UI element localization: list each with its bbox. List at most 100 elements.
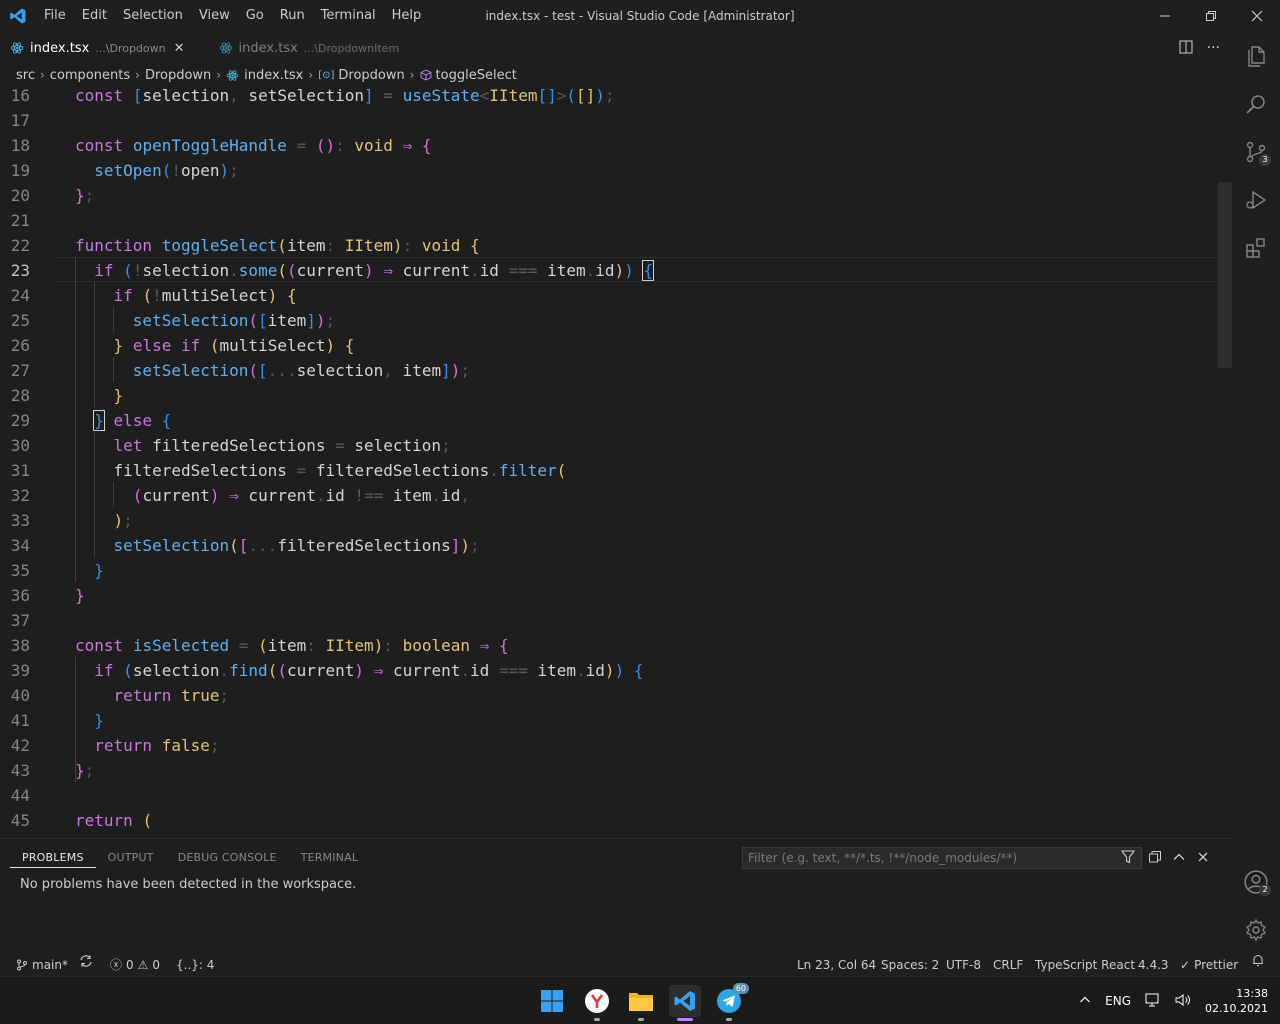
menu-help[interactable]: Help — [384, 0, 430, 32]
git-branch-icon — [17, 959, 27, 971]
windows-start-icon[interactable] — [536, 985, 568, 1017]
breadcrumb-dropdown-symbol[interactable]: [⊙] Dropdown — [318, 68, 405, 83]
settings-gear-icon[interactable] — [1232, 906, 1280, 954]
code-editor[interactable]: 16 const [selection, setSelection] = use… — [0, 86, 1232, 838]
restore-button[interactable] — [1188, 0, 1234, 32]
tab-problems[interactable]: PROBLEMS — [10, 849, 96, 868]
code-line: } else { — [93, 410, 172, 431]
breadcrumb-toggleselect-symbol[interactable]: toggleSelect — [420, 68, 517, 83]
line-number: 34 — [10, 536, 30, 555]
more-actions-icon[interactable]: ··· — [1207, 40, 1220, 56]
running-indicator — [726, 1018, 732, 1021]
line-number: 23 — [10, 261, 30, 280]
vscode-taskbar-icon[interactable] — [669, 985, 701, 1021]
eol-status[interactable]: CRLF — [993, 954, 1023, 976]
menu-file[interactable]: File — [36, 0, 74, 32]
clock[interactable]: 13:38 02.10.2021 — [1205, 986, 1268, 1016]
indentation-status[interactable]: Spaces: 2 — [881, 954, 939, 976]
variable-symbol-icon: [⊙] — [318, 69, 335, 81]
chevron-up-icon[interactable] — [1079, 994, 1091, 1009]
input-language[interactable]: ENG — [1105, 994, 1131, 1008]
yandex-browser-icon[interactable] — [581, 985, 613, 1021]
tab-label: index.tsx — [238, 40, 298, 56]
clock-date: 02.10.2021 — [1205, 1002, 1268, 1015]
line-number: 20 — [10, 186, 30, 205]
tab-output[interactable]: OUTPUT — [96, 849, 166, 868]
filter-funnel-icon[interactable] — [1120, 850, 1136, 870]
minimize-button[interactable] — [1142, 0, 1188, 32]
sync-icon[interactable] — [79, 954, 93, 968]
menu-edit[interactable]: Edit — [74, 0, 115, 32]
react-icon — [219, 41, 233, 55]
volume-icon[interactable] — [1175, 993, 1191, 1010]
line-number: 24 — [10, 286, 30, 305]
method-cube-icon — [420, 69, 432, 81]
maximize-panel-icon[interactable] — [1172, 849, 1186, 868]
react-icon — [10, 41, 24, 55]
split-editor-icon[interactable] — [1179, 39, 1193, 58]
activity-bar: 3 2 — [1232, 32, 1280, 954]
line-number: 31 — [10, 461, 30, 480]
chevron-right-icon: › — [409, 68, 415, 82]
tab-terminal[interactable]: TERMINAL — [289, 849, 371, 868]
line-number: 33 — [10, 511, 30, 530]
typescript-version[interactable]: 4.4.3 — [1138, 954, 1169, 976]
warning-icon: ⚠ — [137, 958, 149, 972]
network-icon[interactable] — [1145, 993, 1161, 1010]
tab-index-dropdownitem[interactable]: index.tsx ...\DropdownItem — [209, 32, 410, 64]
breadcrumb-dropdown-folder[interactable]: Dropdown — [145, 68, 211, 83]
cursor-position[interactable]: Ln 23, Col 64 — [797, 954, 876, 976]
breadcrumb-src[interactable]: src — [16, 68, 35, 83]
line-number: 39 — [10, 661, 30, 680]
code-line: return true; — [113, 686, 230, 705]
bracket-pair-status[interactable]: {..}: 4 — [176, 954, 214, 976]
file-explorer-icon[interactable] — [625, 985, 657, 1021]
notifications-bell-icon[interactable] — [1252, 954, 1264, 967]
menu-selection[interactable]: Selection — [115, 0, 191, 32]
line-number: 22 — [10, 236, 30, 255]
line-number: 18 — [10, 136, 30, 155]
line-number: 29 — [10, 411, 30, 430]
code-line: setSelection([...filteredSelections]); — [113, 536, 480, 555]
run-debug-icon[interactable] — [1232, 176, 1280, 224]
breadcrumb-file[interactable]: index.tsx — [226, 68, 303, 83]
explorer-icon[interactable] — [1232, 32, 1280, 80]
language-mode[interactable]: TypeScript React — [1035, 954, 1135, 976]
menu-view[interactable]: View — [191, 0, 238, 32]
extensions-icon[interactable] — [1232, 224, 1280, 272]
close-window-button[interactable] — [1234, 0, 1280, 32]
menu-run[interactable]: Run — [272, 0, 313, 32]
code-line: if (!multiSelect) { — [113, 286, 297, 305]
code-line: function toggleSelect(item: IItem): void… — [75, 236, 480, 255]
code-line: let filteredSelections = selection; — [113, 436, 451, 455]
code-line: (current) ⇒ current.id !== item.id, — [132, 486, 471, 505]
editor-scrollbar-thumb[interactable] — [1218, 182, 1232, 368]
editor-actions: ··· — [1179, 32, 1220, 64]
line-number: 37 — [10, 611, 30, 630]
line-number: 44 — [10, 786, 30, 805]
accounts-icon[interactable]: 2 — [1232, 858, 1280, 906]
accounts-badge: 2 — [1259, 884, 1271, 896]
search-icon[interactable] — [1232, 80, 1280, 128]
source-control-icon[interactable]: 3 — [1232, 128, 1280, 176]
prettier-status[interactable]: ✓ Prettier — [1180, 954, 1238, 976]
branch-status[interactable]: main* — [16, 954, 68, 976]
tab-index-dropdown[interactable]: index.tsx ...\Dropdown ✕ — [0, 32, 195, 64]
menu-go[interactable]: Go — [238, 0, 272, 32]
problems-status[interactable]: ⓧ 0 ⚠ 0 — [110, 954, 160, 976]
encoding-status[interactable]: UTF-8 — [946, 954, 981, 976]
collapse-all-icon[interactable] — [1148, 849, 1162, 868]
close-tab-icon[interactable]: ✕ — [174, 41, 185, 56]
code-line: } else if (multiSelect) { — [113, 336, 355, 355]
menu-terminal[interactable]: Terminal — [313, 0, 384, 32]
breadcrumb-components[interactable]: components — [50, 68, 130, 83]
telegram-icon[interactable]: 60 — [713, 983, 749, 1021]
line-number: 27 — [10, 361, 30, 380]
title-bar: File Edit Selection View Go Run Terminal… — [0, 0, 1280, 32]
problems-filter-input[interactable]: Filter (e.g. text, **/*.ts, !**/node_mod… — [742, 847, 1142, 869]
tab-debug-console[interactable]: DEBUG CONSOLE — [166, 849, 289, 868]
telegram-badge: 60 — [732, 983, 749, 994]
close-panel-icon[interactable] — [1196, 849, 1210, 868]
line-number: 45 — [10, 811, 30, 830]
line-number: 25 — [10, 311, 30, 330]
